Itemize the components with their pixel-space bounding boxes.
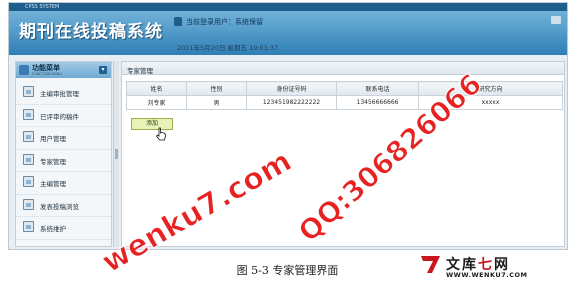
- cell-research: xxxxx: [418, 95, 563, 110]
- table-header-row: 姓名 性别 身份证号码 联系电话 研究方向: [126, 81, 563, 96]
- header-action-icon[interactable]: [551, 16, 561, 24]
- scrollbar-thumb[interactable]: [115, 149, 118, 159]
- datetime-text: 2011年5月20日 星期五 19:03:37: [177, 44, 279, 52]
- browse-icon: [23, 198, 34, 210]
- sidebar-item-label: 发表投稿浏览: [40, 202, 79, 211]
- sidebar-item-label: 用户管理: [40, 135, 66, 143]
- col-header-research: 研究方向: [418, 81, 563, 96]
- brand-logo: 文库七网 WWW.WENKU7.COM: [420, 254, 570, 280]
- document-icon: [23, 86, 34, 97]
- sidebar-header: 功能菜单 FUNCTION MENU ▾: [16, 62, 111, 78]
- sidebar: 功能菜单 FUNCTION MENU ▾ 主编审批管理 已评审的稿件 用户管理 …: [15, 61, 112, 247]
- col-header-id-number: 身份证号码: [246, 81, 337, 96]
- sidebar-item-label: 主编管理: [40, 180, 66, 188]
- app-title: 期刊在线投稿系统: [19, 22, 163, 42]
- sidebar-item-maintenance[interactable]: 系统维护: [16, 217, 111, 240]
- expert-icon: [23, 153, 34, 165]
- table-row[interactable]: 刘专家 男 123451982222222 13456666666 xxxxx: [126, 95, 563, 110]
- user-status-bar: 当前登录用户：系统保留: [174, 15, 567, 29]
- app-header: CPSS SYSTEM 期刊在线投稿系统 当前登录用户：系统保留 2011年5月…: [9, 3, 567, 55]
- sidebar-item-label: 系统维护: [40, 225, 66, 233]
- sidebar-menu: 主编审批管理 已评审的稿件 用户管理 专家管理 主编管理 发表投稿浏览 系统维护: [16, 82, 111, 240]
- hand-cursor-icon: [155, 127, 166, 141]
- brand-strip-text: CPSS SYSTEM: [25, 4, 60, 10]
- cell-name: 刘专家: [126, 95, 187, 110]
- sidebar-item-label: 主编审批管理: [40, 90, 79, 98]
- cell-id-number: 123451982222222: [246, 95, 337, 110]
- seven-logo-icon: [421, 256, 440, 273]
- app-window: CPSS SYSTEM 期刊在线投稿系统 当前登录用户：系统保留 2011年5月…: [8, 2, 568, 250]
- sidebar-subtitle: FUNCTION MENU: [32, 71, 62, 76]
- sidebar-item-experts[interactable]: 专家管理: [16, 150, 111, 172]
- brand-url: WWW.WENKU7.COM: [446, 271, 528, 279]
- sidebar-item-browse[interactable]: 发表投稿浏览: [16, 195, 111, 217]
- col-header-gender: 性别: [186, 81, 247, 96]
- settings-icon: [23, 221, 34, 232]
- collapse-button[interactable]: ▾: [99, 66, 107, 74]
- cell-gender: 男: [186, 95, 247, 110]
- cell-phone: 13456666666: [336, 95, 419, 110]
- splitter-scrollbar[interactable]: [113, 61, 119, 247]
- sidebar-item-reviewed[interactable]: 已评审的稿件: [16, 105, 111, 127]
- main-panel: 专家管理 姓名 性别 身份证号码 联系电话 研究方向 刘专家 男 1234519…: [121, 61, 565, 247]
- current-user-text: 当前登录用户：系统保留: [186, 18, 263, 26]
- sidebar-item-chief-approval[interactable]: 主编审批管理: [16, 82, 111, 105]
- expert-table: 姓名 性别 身份证号码 联系电话 研究方向 刘专家 男 123451982222…: [126, 81, 563, 110]
- editor-icon: [23, 176, 34, 187]
- panel-title: 专家管理: [122, 62, 564, 75]
- menu-icon: [19, 65, 29, 75]
- sidebar-item-editors[interactable]: 主编管理: [16, 172, 111, 195]
- sidebar-item-label: 已评审的稿件: [40, 112, 79, 121]
- sidebar-item-label: 专家管理: [40, 157, 66, 166]
- user-icon: [174, 17, 182, 26]
- document-icon: [23, 108, 34, 120]
- title-strip: CPSS SYSTEM: [9, 3, 567, 11]
- users-icon: [23, 131, 34, 142]
- col-header-phone: 联系电话: [336, 81, 419, 96]
- col-header-name: 姓名: [126, 81, 187, 96]
- sidebar-item-users[interactable]: 用户管理: [16, 127, 111, 150]
